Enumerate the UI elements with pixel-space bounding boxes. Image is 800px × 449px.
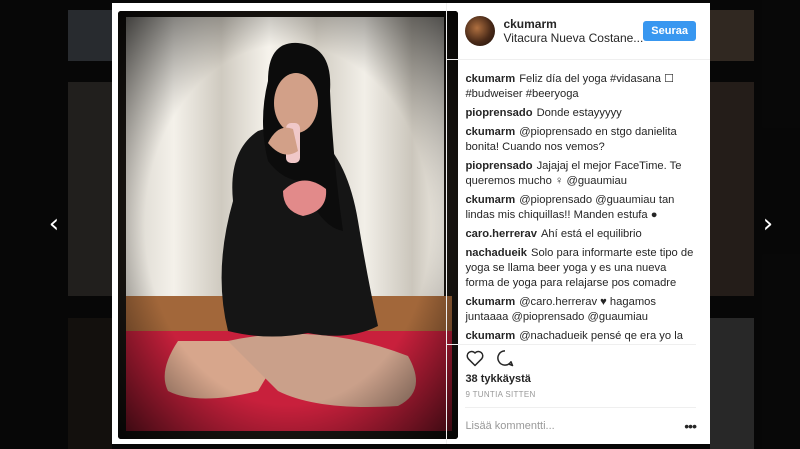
follow-button[interactable]: Seuraa — [643, 21, 696, 41]
comment-username[interactable]: ckumarm — [465, 73, 515, 85]
comment-input[interactable] — [465, 420, 685, 432]
comment-username[interactable]: ckumarm — [465, 194, 515, 206]
like-count[interactable]: 38 tykkäystä — [447, 373, 710, 385]
heart-icon[interactable] — [465, 348, 485, 368]
comment: ckumarm @caro.herrerav ♥ hagamos juntaaaa… — [465, 295, 696, 325]
comments-list: ckumarm Feliz día del yoga #vidasana ☐ #b… — [447, 60, 710, 344]
author-username[interactable]: ckumarm — [503, 17, 643, 31]
more-options-icon[interactable]: ••• — [684, 418, 697, 434]
comment-username[interactable]: ckumarm — [465, 296, 515, 308]
post-header: ckumarm Vitacura Nueva Costane... Seuraa — [447, 3, 710, 60]
comment-username[interactable]: ckumarm — [465, 126, 515, 138]
comment: pioprensado Donde estayyyyy — [465, 106, 696, 121]
comment: caro.herrerav Ahí está el equilibrio — [465, 227, 696, 242]
comment-bubble-icon[interactable] — [495, 348, 515, 368]
comment-text: Donde estayyyyy — [536, 107, 622, 119]
comment-username[interactable]: pioprensado — [465, 160, 532, 172]
add-comment-bar: ••• — [465, 407, 697, 444]
post-author: ckumarm Vitacura Nueva Costane... — [503, 17, 643, 45]
comment-username[interactable]: ckumarm — [465, 330, 515, 342]
chevron-left-icon[interactable]: ‹ — [44, 211, 64, 237]
comment-username[interactable]: caro.herrerav — [465, 228, 537, 240]
post-photo-image — [118, 11, 458, 439]
comment: ckumarm Feliz día del yoga #vidasana ☐ #b… — [465, 72, 696, 102]
chevron-right-icon[interactable]: › — [758, 211, 778, 237]
post-sidebar: ckumarm Vitacura Nueva Costane... Seuraa… — [446, 3, 710, 444]
avatar[interactable] — [465, 16, 496, 46]
comment: nachadueik Solo para informarte este tipo… — [465, 246, 696, 291]
comment-username[interactable]: pioprensado — [465, 107, 532, 119]
comment: ckumarm@nachadueik pensé qe era yo la qe… — [465, 329, 696, 344]
comment: ckumarm @pioprensado en stgo danielita bo… — [465, 125, 696, 155]
post-modal: ckumarm Vitacura Nueva Costane... Seuraa… — [112, 3, 710, 444]
comment: ckumarm @pioprensado @guaumiau tan lindas… — [465, 193, 696, 223]
post-timestamp: 9 TUNTIA SITTEN — [465, 390, 536, 399]
post-photo — [118, 11, 458, 439]
post-actions — [447, 344, 696, 371]
comment-username[interactable]: nachadueik — [465, 247, 527, 259]
comment-text: Ahí está el equilibrio — [540, 228, 642, 240]
post-location[interactable]: Vitacura Nueva Costane... — [503, 31, 643, 45]
post-photo-pane — [112, 3, 458, 444]
comment: pioprensado Jajajaj el mejor FaceTime. Te… — [465, 159, 696, 189]
